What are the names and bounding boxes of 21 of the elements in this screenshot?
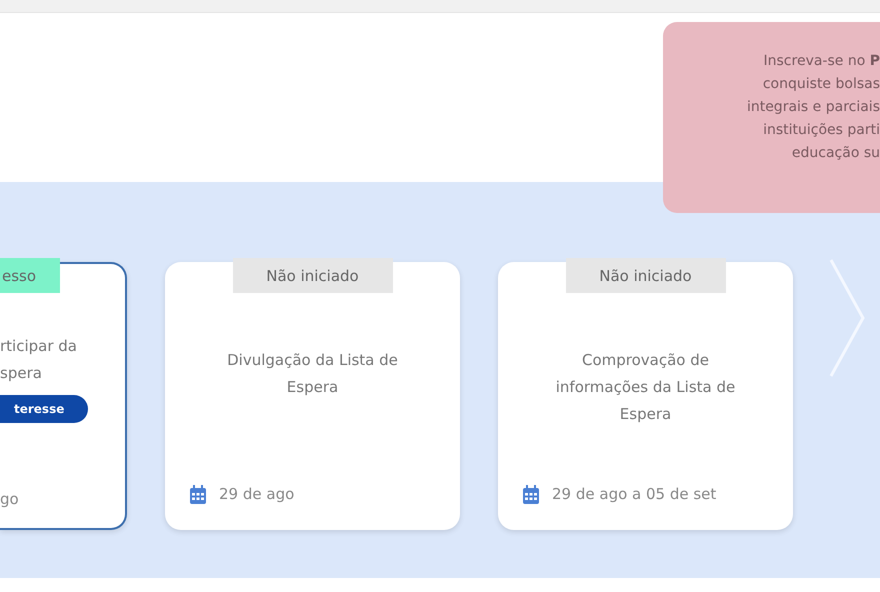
status-badge: Não iniciado: [566, 258, 726, 293]
step-title: Divulgação da Lista de: [227, 350, 398, 371]
calendar-icon: [522, 484, 540, 504]
promo-text: conquiste bolsas: [762, 75, 880, 94]
status-badge: esso: [0, 258, 60, 293]
promo-text: Inscreva-se no P: [764, 52, 880, 71]
step-date: 29 de ago: [219, 485, 294, 503]
step-title: rticipar da: [0, 336, 77, 357]
step-date: go: [0, 490, 19, 508]
step-title: Espera: [286, 377, 340, 398]
step-title: Comprovação de: [580, 350, 710, 371]
calendar-icon: [189, 484, 207, 504]
step-title: Espera: [618, 404, 672, 425]
promo-text: instituições parti: [763, 121, 880, 140]
step-title: informações da Lista de: [556, 377, 736, 398]
status-badge: Não iniciado: [232, 258, 392, 293]
promo-text: educação su: [792, 144, 880, 163]
promo-text: integrais e parciais: [746, 98, 880, 117]
step-date: 29 de ago a 05 de set: [552, 485, 716, 503]
interest-button[interactable]: teresse: [0, 395, 88, 423]
step-title: spera: [0, 363, 43, 384]
